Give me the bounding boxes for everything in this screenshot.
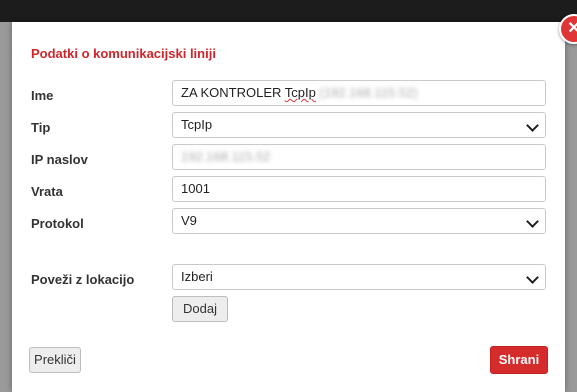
chevron-down-icon	[526, 215, 539, 228]
name-value: ZA KONTROLER	[181, 85, 285, 100]
save-button[interactable]: Shrani	[490, 346, 548, 374]
location-value: Izberi	[181, 269, 213, 284]
type-value: TcpIp	[181, 117, 213, 132]
communication-line-dialog: Podatki o komunikacijski liniji Ime ZA K…	[12, 22, 565, 392]
top-bar	[0, 0, 577, 22]
port-value: 1001	[181, 181, 210, 196]
dialog-title: Podatki o komunikacijski liniji	[31, 46, 216, 61]
port-label: Vrata	[31, 184, 63, 199]
type-select[interactable]: TcpIp	[172, 112, 546, 138]
name-value-redacted: (192.168.115.52)	[319, 85, 418, 100]
port-input[interactable]: 1001	[172, 176, 546, 202]
ip-label: IP naslov	[31, 152, 88, 167]
name-input[interactable]: ZA KONTROLER TcpIp (192.168.115.52)	[172, 80, 546, 106]
chevron-down-icon	[526, 271, 539, 284]
chevron-down-icon	[526, 119, 539, 132]
type-label: Tip	[31, 120, 51, 135]
name-label: Ime	[31, 88, 54, 103]
name-value-spellcheck: TcpIp	[284, 85, 316, 100]
protocol-value: V9	[181, 213, 197, 228]
cancel-button[interactable]: Prekliči	[29, 347, 81, 373]
protocol-select[interactable]: V9	[172, 208, 546, 234]
protocol-label: Protokol	[31, 216, 84, 231]
close-glyph: ✕	[567, 20, 577, 37]
ip-input[interactable]: 192.168.115.52	[172, 144, 546, 170]
location-label: Poveži z lokacijo	[31, 272, 135, 287]
add-button[interactable]: Dodaj	[172, 296, 228, 322]
location-select[interactable]: Izberi	[172, 264, 546, 290]
ip-value-redacted: 192.168.115.52	[181, 149, 271, 164]
